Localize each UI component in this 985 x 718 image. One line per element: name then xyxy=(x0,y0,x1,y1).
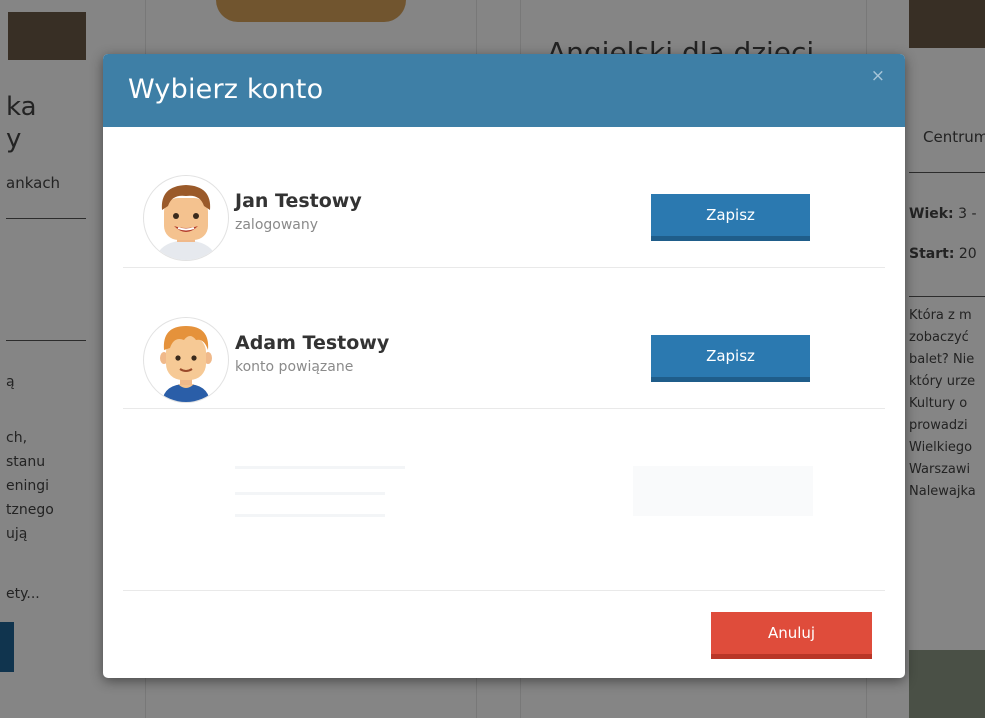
account-row: Jan Testowy zalogowany Zapisz xyxy=(123,127,885,268)
placeholder-line xyxy=(235,492,385,495)
account-name: Adam Testowy xyxy=(235,332,390,354)
account-status: konto powiązane xyxy=(235,359,354,375)
account-status: zalogowany xyxy=(235,217,319,233)
account-row: Adam Testowy konto powiązane Zapisz xyxy=(123,267,885,409)
enroll-button[interactable]: Zapisz xyxy=(651,194,810,241)
account-name: Jan Testowy xyxy=(235,190,362,212)
choose-account-modal: Wybierz konto × Jan Testowy zalogowany Z… xyxy=(103,54,905,678)
placeholder-button xyxy=(633,466,813,516)
adult-man-avatar-icon xyxy=(143,175,229,261)
cancel-button[interactable]: Anuluj xyxy=(711,612,872,659)
close-icon[interactable]: × xyxy=(871,68,885,85)
enroll-button[interactable]: Zapisz xyxy=(651,335,810,382)
modal-title: Wybierz konto xyxy=(128,74,324,105)
child-boy-avatar-icon xyxy=(143,317,229,403)
account-row-placeholder xyxy=(123,430,885,591)
placeholder-line xyxy=(235,514,385,517)
placeholder-line xyxy=(235,466,405,469)
modal-header: Wybierz konto × xyxy=(103,54,905,127)
modal-footer: Anuluj xyxy=(103,590,905,678)
